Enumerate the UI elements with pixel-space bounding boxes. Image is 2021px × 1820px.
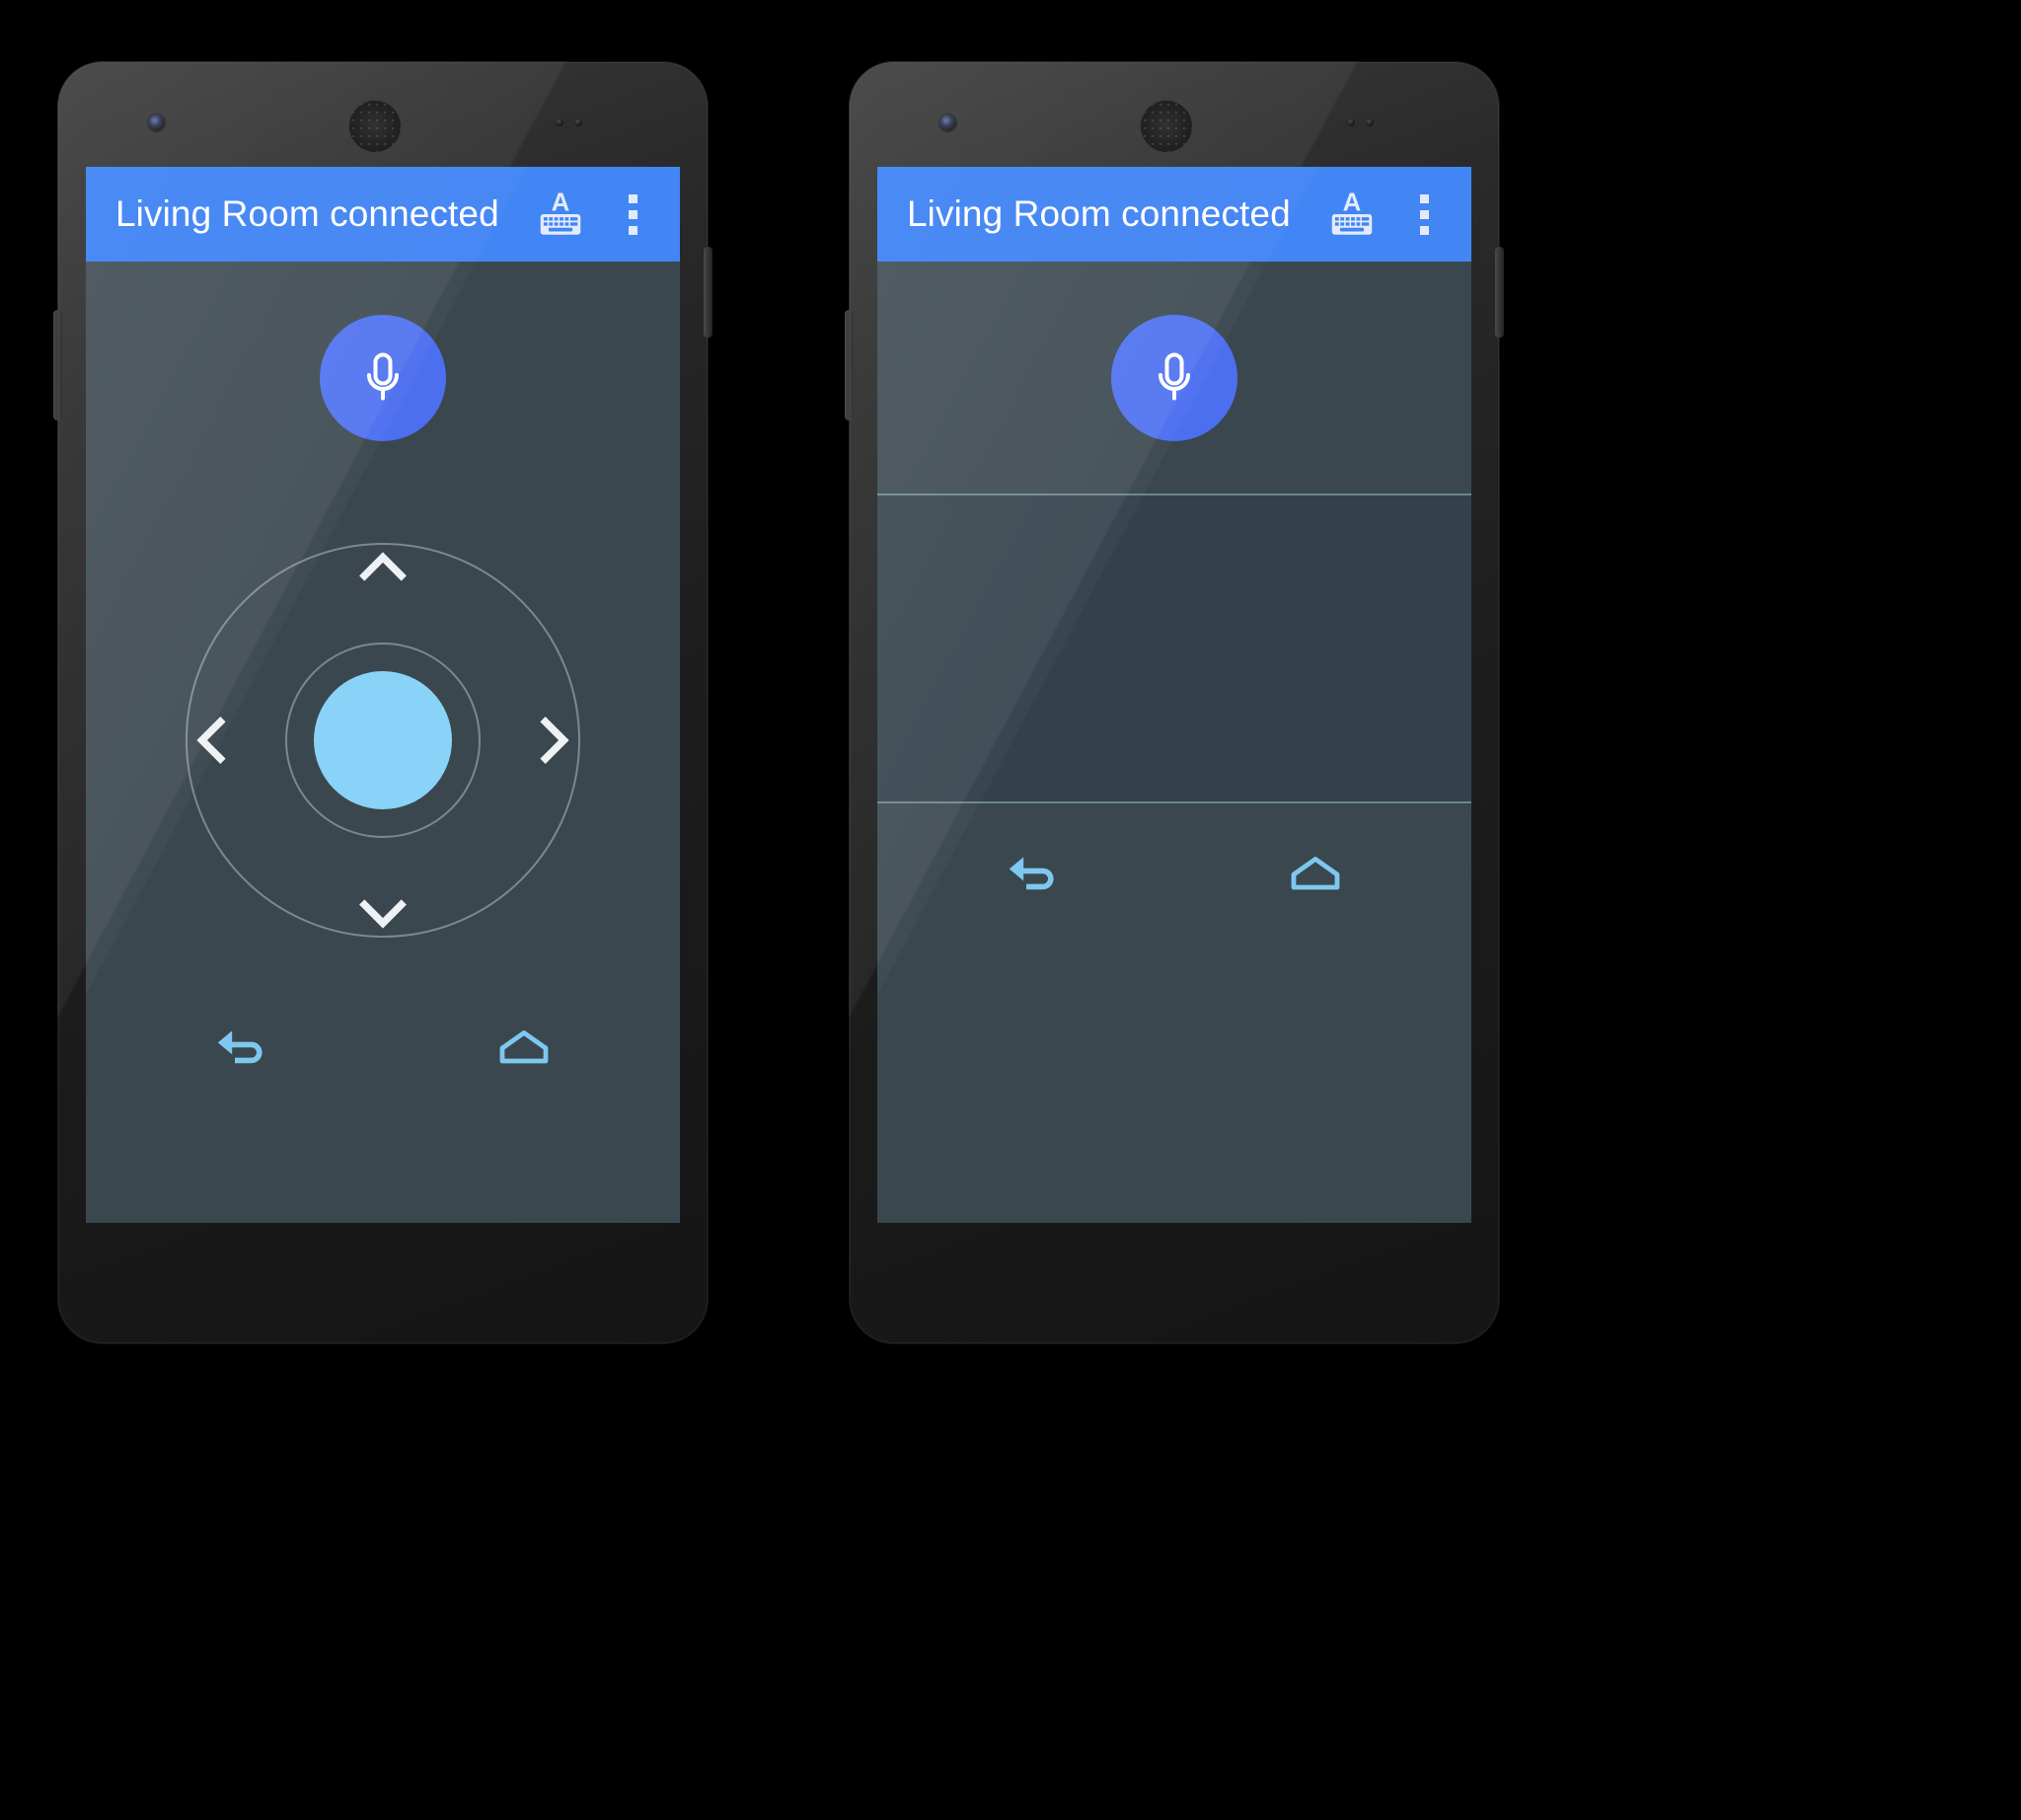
voice-search-button[interactable]: [1111, 314, 1237, 441]
app-bar-actions: A: [534, 188, 654, 241]
app-bar: Living Room connected A: [86, 167, 680, 262]
phone-right-device: Living Room connected A: [845, 61, 1504, 1344]
keyboard-icon[interactable]: A: [534, 188, 587, 241]
app-bar-actions: A: [1325, 188, 1446, 241]
keyboard-icon[interactable]: A: [1325, 188, 1379, 241]
svg-text:A: A: [552, 189, 570, 216]
earpiece-speaker: [1141, 101, 1192, 152]
phone-left-screen: Living Room connected A: [86, 167, 680, 1223]
chevron-down-icon: [359, 899, 407, 929]
section-divider-top: [877, 493, 1471, 495]
front-camera: [148, 114, 165, 131]
voice-search-button[interactable]: [320, 314, 446, 441]
dpad-select-button[interactable]: [314, 671, 452, 809]
page-title: Living Room connected: [115, 193, 499, 234]
svg-text:A: A: [1343, 189, 1362, 216]
dpad-left-button[interactable]: [184, 713, 239, 768]
phone-left-device: Living Room connected A: [53, 61, 712, 1344]
back-arrow-icon: [217, 1030, 262, 1064]
chevron-right-icon: [540, 717, 569, 764]
device-side-button[interactable]: [845, 310, 854, 420]
bottom-navigation-right: [877, 803, 1471, 942]
microphone-icon: [1159, 351, 1190, 401]
overflow-menu-icon[interactable]: [611, 188, 654, 241]
section-divider-bottom: [877, 801, 1471, 803]
device-side-button[interactable]: [53, 310, 62, 420]
dpad-right-button[interactable]: [527, 713, 582, 768]
home-button[interactable]: [1273, 835, 1358, 910]
directional-pad: [176, 533, 590, 948]
remote-content-right: [877, 262, 1471, 1223]
page-title: Living Room connected: [907, 193, 1291, 234]
dpad-zone: [86, 493, 680, 987]
screenshot-canvas: Living Room connected A Living Room conn…: [0, 0, 2021, 1820]
proximity-sensors: [1347, 118, 1374, 126]
back-button[interactable]: [199, 1009, 284, 1084]
device-side-button-right[interactable]: [1495, 247, 1504, 338]
home-icon: [499, 1029, 549, 1064]
dpad-up-button[interactable]: [355, 539, 411, 594]
phone-right-screen: Living Room connected A: [877, 167, 1471, 1223]
chevron-left-icon: [196, 717, 226, 764]
voice-search-zone: [86, 262, 680, 493]
overflow-menu-icon[interactable]: [1402, 188, 1446, 241]
home-button[interactable]: [482, 1009, 566, 1084]
touchpad-area[interactable]: [877, 495, 1471, 801]
device-side-button-right[interactable]: [704, 247, 712, 338]
microphone-icon: [367, 351, 399, 401]
voice-search-zone: [877, 262, 1471, 493]
chevron-up-icon: [359, 552, 407, 581]
bottom-navigation-left: [86, 987, 680, 1105]
dpad-down-button[interactable]: [355, 886, 411, 942]
home-icon: [1291, 856, 1340, 890]
remote-content-left: [86, 262, 680, 1223]
back-button[interactable]: [991, 835, 1076, 910]
earpiece-speaker: [349, 101, 401, 152]
app-bar: Living Room connected A: [877, 167, 1471, 262]
back-arrow-icon: [1009, 857, 1054, 890]
proximity-sensors: [556, 118, 582, 126]
front-camera: [939, 114, 956, 131]
